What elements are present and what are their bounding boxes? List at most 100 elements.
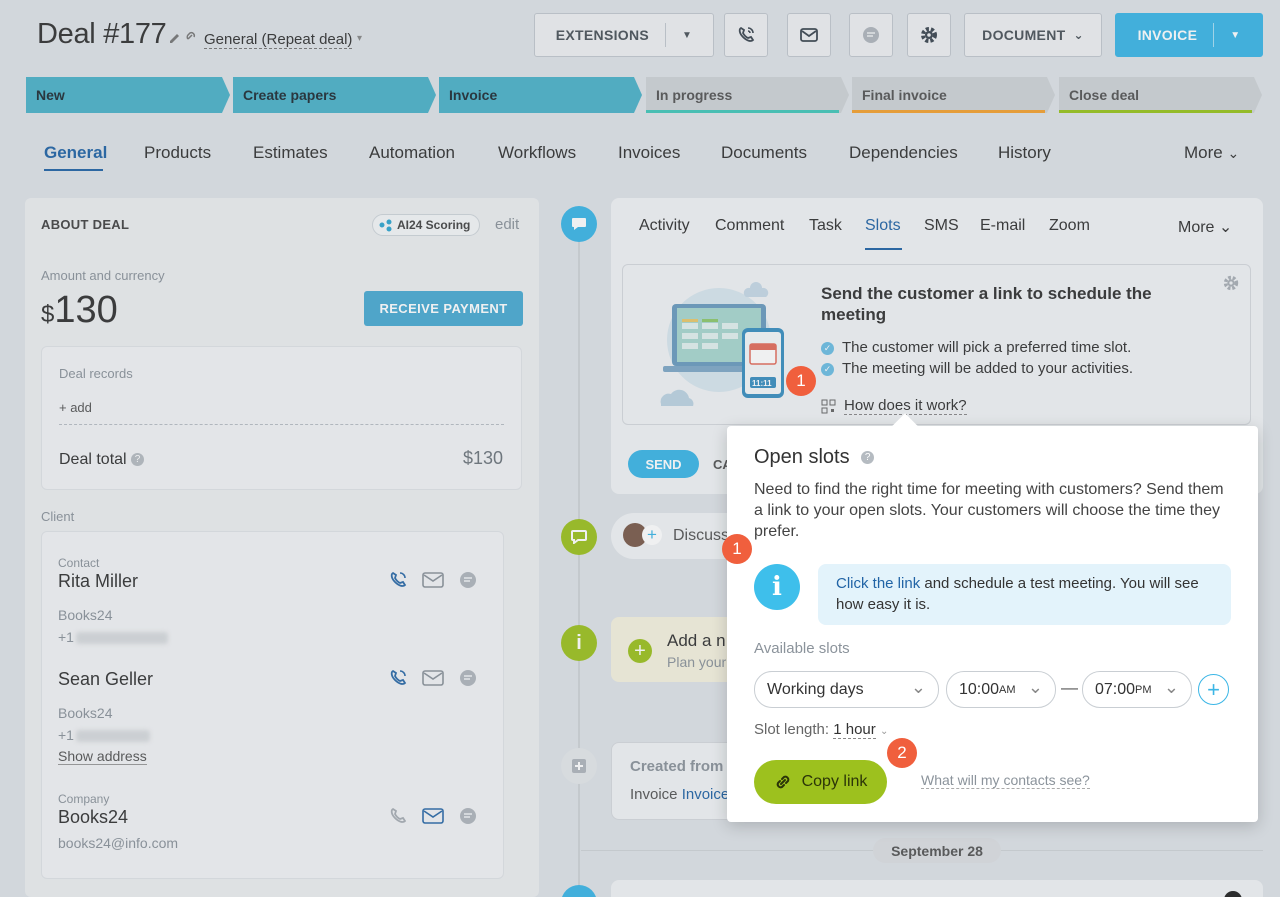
blurred-phone — [75, 730, 150, 743]
subtab-activity[interactable]: Activity — [639, 217, 690, 235]
created-from-title: Created from — [630, 758, 724, 775]
phone-button[interactable] — [724, 13, 768, 57]
show-address-link[interactable]: Show address — [58, 748, 147, 765]
chat-icon[interactable] — [458, 570, 478, 590]
from-time-select[interactable]: 10:00 AM ⌄ — [946, 671, 1056, 708]
days-select-value: Working days — [767, 680, 864, 698]
contact-name[interactable]: Rita Miller — [58, 571, 138, 592]
mail-icon[interactable] — [422, 572, 444, 588]
invoice-label: INVOICE — [1137, 27, 1198, 43]
phone-icon — [738, 26, 755, 42]
receive-payment-button[interactable]: RECEIVE PAYMENT — [364, 291, 523, 326]
slot-length-select[interactable]: 1 hour — [833, 721, 876, 739]
invoice-prefix: Invoice — [630, 786, 678, 803]
company-email[interactable]: books24@info.com — [58, 835, 178, 851]
deal-category-select[interactable]: General (Repeat deal) — [204, 31, 353, 49]
add-icon[interactable]: + — [628, 639, 652, 663]
stage-color-bar — [1059, 110, 1252, 113]
ai-scoring-badge[interactable]: AI24 Scoring — [372, 214, 481, 236]
tab-estimates[interactable]: Estimates — [253, 143, 328, 163]
contacts-preview-link[interactable]: What will my contacts see? — [921, 772, 1090, 789]
tab-general[interactable]: General — [44, 143, 107, 163]
timeline-line — [578, 225, 580, 897]
test-meeting-link[interactable]: Click the link — [836, 575, 920, 592]
how-it-works-link[interactable]: How does it work? — [821, 397, 967, 415]
amount-value: $130 — [41, 289, 118, 332]
tab-automation[interactable]: Automation — [369, 143, 455, 163]
invoice-link[interactable]: Invoice — [682, 786, 730, 803]
phone-icon[interactable] — [388, 668, 408, 688]
tab-documents[interactable]: Documents — [721, 143, 807, 163]
contact-actions — [388, 668, 478, 688]
phone-icon[interactable] — [388, 806, 408, 826]
to-time-select[interactable]: 07:00 PM ⌄ — [1082, 671, 1192, 708]
help-icon[interactable]: ? — [861, 451, 875, 465]
edit-title-icons[interactable] — [168, 30, 198, 47]
stage-new[interactable]: New — [26, 77, 230, 113]
contact-name[interactable]: Sean Geller — [58, 669, 153, 690]
subtab-slots[interactable]: Slots — [865, 217, 901, 235]
chevron-down-icon: ⌄ — [1227, 145, 1240, 161]
email-button[interactable] — [787, 13, 831, 57]
tab-more[interactable]: More ⌄ — [1184, 143, 1239, 163]
subtab-task[interactable]: Task — [809, 217, 842, 235]
invoice-button[interactable]: INVOICE ▼ — [1115, 13, 1263, 57]
stage-close-deal[interactable]: Close deal — [1059, 77, 1262, 113]
subtab-email[interactable]: E-mail — [980, 217, 1025, 235]
popup-title: Open slots ? — [754, 446, 875, 469]
tab-workflows[interactable]: Workflows — [498, 143, 576, 163]
subtab-sms[interactable]: SMS — [924, 217, 959, 235]
contact-phone[interactable]: +1 — [58, 629, 168, 645]
slot-length-label: Slot length: — [754, 721, 830, 738]
copy-link-button[interactable]: Copy link — [754, 760, 887, 804]
company-name[interactable]: Books24 — [58, 807, 128, 828]
mail-icon[interactable] — [422, 808, 444, 824]
tab-dependencies[interactable]: Dependencies — [849, 143, 958, 163]
deal-total-label: Deal total ? — [59, 451, 145, 469]
phone-icon[interactable] — [388, 570, 408, 590]
add-record-link[interactable]: + add — [59, 400, 92, 415]
tab-products[interactable]: Products — [144, 143, 211, 163]
edit-link[interactable]: edit — [495, 216, 519, 233]
tab-invoices[interactable]: Invoices — [618, 143, 680, 163]
ai-scoring-icon — [379, 219, 392, 232]
document-button[interactable]: DOCUMENT ⌄ — [964, 13, 1102, 57]
help-icon[interactable]: ? — [131, 453, 145, 467]
add-slot-button[interactable]: + — [1198, 674, 1229, 705]
extensions-button[interactable]: EXTENSIONS ▼ — [534, 13, 714, 57]
phone-prefix: +1 — [58, 629, 74, 645]
promo-point-text: The customer will pick a preferred time … — [842, 339, 1132, 356]
divider — [59, 424, 504, 425]
stage-in-progress[interactable]: In progress — [646, 77, 849, 113]
chat-icon[interactable] — [458, 668, 478, 688]
chevron-down-icon: ▼ — [1230, 29, 1241, 41]
mail-icon — [800, 28, 818, 42]
mail-icon[interactable] — [422, 670, 444, 686]
chat-icon[interactable] — [458, 806, 478, 826]
chat-button[interactable] — [849, 13, 893, 57]
chevron-down-icon: ⌄ — [910, 677, 926, 697]
settings-button[interactable] — [907, 13, 951, 57]
gear-icon[interactable] — [1222, 274, 1240, 292]
check-icon: ✓ — [821, 362, 834, 376]
deal-title: Deal #177 — [37, 18, 167, 50]
subtab-zoom[interactable]: Zoom — [1049, 217, 1090, 235]
stage-final-invoice[interactable]: Final invoice — [852, 77, 1055, 113]
link-icon — [776, 775, 789, 789]
promo-title: Send the customer a link to schedule the… — [821, 284, 1152, 324]
days-select[interactable]: Working days ⌄ — [754, 671, 939, 708]
subtab-comment[interactable]: Comment — [715, 217, 784, 235]
subtab-active-underline — [865, 248, 902, 250]
info-icon: i — [754, 564, 800, 610]
stage-invoice[interactable]: Invoice — [439, 77, 642, 113]
contact-phone[interactable]: +1 — [58, 727, 150, 743]
stage-color-bar — [646, 110, 839, 113]
time-range-dash: — — [1061, 678, 1078, 697]
qr-icon — [821, 399, 836, 414]
send-button[interactable]: SEND — [628, 450, 699, 478]
phone-time: 11:11 — [752, 379, 772, 388]
stage-create-papers[interactable]: Create papers — [233, 77, 436, 113]
tab-history[interactable]: History — [998, 143, 1051, 163]
plus-icon[interactable]: + — [642, 525, 662, 545]
subtab-more[interactable]: More ⌄ — [1178, 217, 1232, 237]
